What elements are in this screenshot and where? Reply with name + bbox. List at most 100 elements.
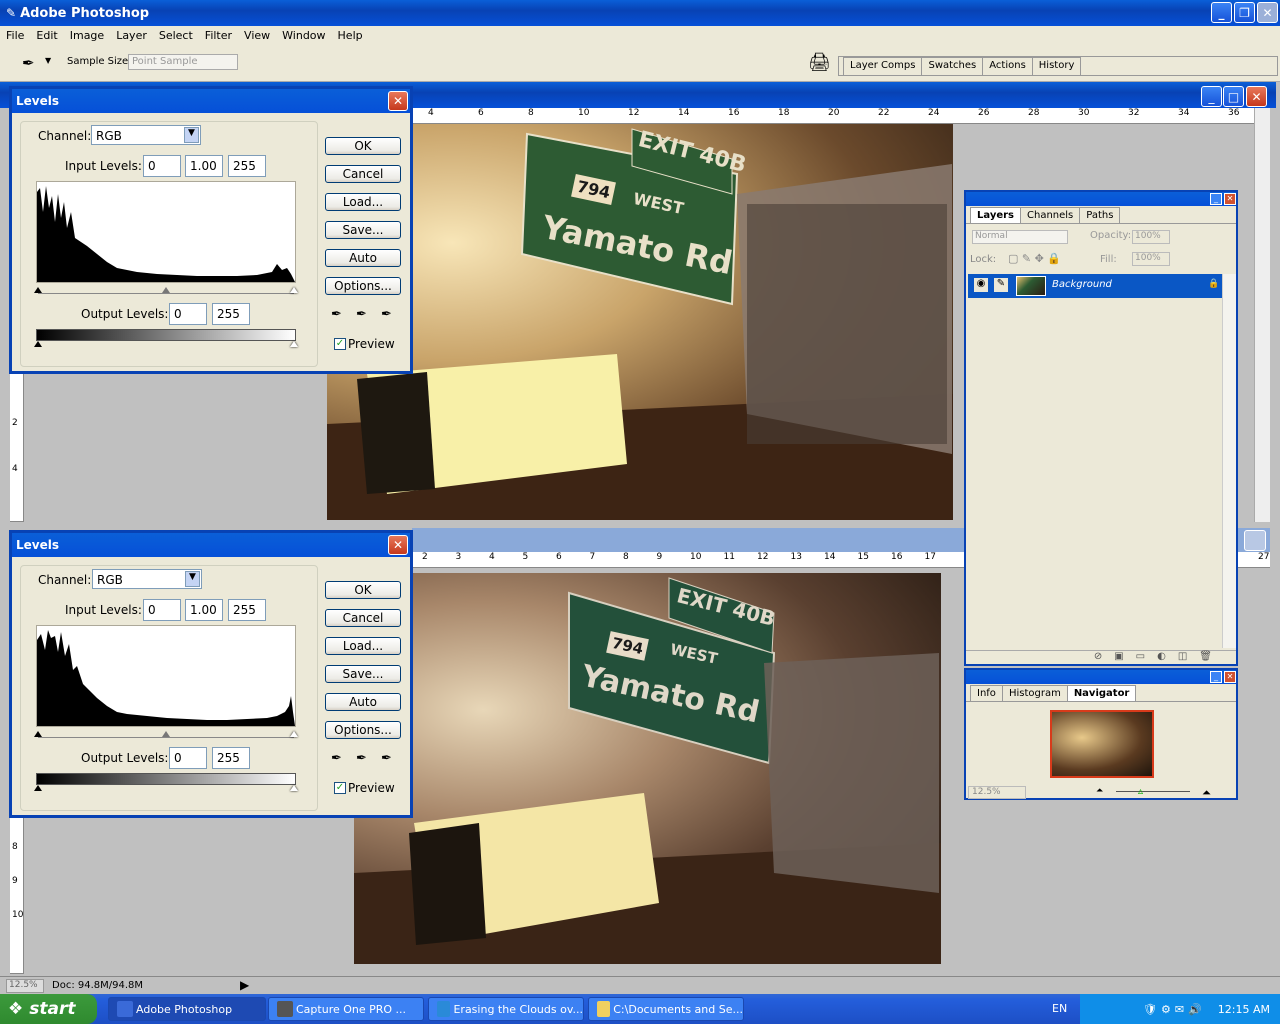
- layer-row-background[interactable]: ◉ ✎ Background 🔒: [968, 274, 1222, 298]
- zoom-slider[interactable]: [1116, 791, 1190, 792]
- ok-button[interactable]: OK: [325, 137, 401, 155]
- dock-tab-layer-comps[interactable]: Layer Comps: [843, 57, 923, 75]
- input-gamma-slider[interactable]: [162, 287, 170, 293]
- task-photoshop[interactable]: Adobe Photoshop: [108, 997, 266, 1021]
- black-eyedropper-icon[interactable]: ✒: [331, 307, 347, 323]
- save-button[interactable]: Save...: [325, 221, 401, 239]
- ok2-button[interactable]: OK: [325, 581, 401, 599]
- input2-white-field[interactable]: 255: [228, 599, 266, 621]
- nav-minimize-button[interactable]: _: [1210, 671, 1222, 683]
- task-capture-one[interactable]: Capture One PRO ...: [268, 997, 424, 1021]
- menu-edit[interactable]: Edit: [30, 29, 63, 42]
- nav-close-button[interactable]: ✕: [1224, 671, 1236, 683]
- output2-white-slider[interactable]: [290, 785, 298, 791]
- tool-preset-dropdown[interactable]: ▼: [45, 56, 51, 65]
- preview2-checkbox[interactable]: ✓: [334, 782, 346, 794]
- eyedropper-tool-icon[interactable]: ✒: [22, 54, 35, 72]
- tab-layers[interactable]: Layers: [970, 207, 1021, 223]
- white-eyedropper-icon[interactable]: ✒: [381, 751, 397, 767]
- task-erasing-clouds[interactable]: Erasing the Clouds ov...: [428, 997, 584, 1021]
- gray-eyedropper-icon[interactable]: ✒: [356, 751, 372, 767]
- output-black-field[interactable]: 0: [169, 303, 207, 325]
- black-eyedropper-icon[interactable]: ✒: [331, 751, 347, 767]
- cancel2-button[interactable]: Cancel: [325, 609, 401, 627]
- tab-paths[interactable]: Paths: [1079, 207, 1121, 223]
- load2-button[interactable]: Load...: [325, 637, 401, 655]
- menu-file[interactable]: File: [0, 29, 30, 42]
- doc2-close-button[interactable]: [1244, 530, 1266, 551]
- chevron-down-icon[interactable]: ▼: [185, 571, 200, 587]
- levels-close-button[interactable]: ✕: [388, 91, 408, 111]
- tab-info[interactable]: Info: [970, 685, 1003, 701]
- save2-button[interactable]: Save...: [325, 665, 401, 683]
- cancel-button[interactable]: Cancel: [325, 165, 401, 183]
- status-menu-arrow-icon[interactable]: ▶: [240, 978, 249, 992]
- output2-black-field[interactable]: 0: [169, 747, 207, 769]
- close-button[interactable]: ✕: [1257, 2, 1278, 23]
- input2-white-slider[interactable]: [290, 731, 298, 737]
- output2-white-field[interactable]: 255: [212, 747, 250, 769]
- options-button[interactable]: Options...: [325, 277, 401, 295]
- output-black-slider[interactable]: [34, 341, 42, 347]
- input-white-slider[interactable]: [290, 287, 298, 293]
- vertical-scrollbar[interactable]: [1254, 108, 1270, 522]
- load-button[interactable]: Load...: [325, 193, 401, 211]
- output2-black-slider[interactable]: [34, 785, 42, 791]
- tray-icons[interactable]: 🛡⚙✉🔊: [1143, 1003, 1206, 1016]
- tab-channels[interactable]: Channels: [1020, 207, 1081, 223]
- input2-black-slider[interactable]: [34, 731, 42, 737]
- zoom-in-icon[interactable]: ⏶: [1202, 786, 1211, 800]
- start-button[interactable]: ❖ start: [0, 994, 97, 1024]
- tab-navigator[interactable]: Navigator: [1066, 685, 1137, 701]
- nav-zoom-field[interactable]: 12.5%: [968, 786, 1026, 799]
- menu-image[interactable]: Image: [64, 29, 110, 42]
- tab-histogram[interactable]: Histogram: [1001, 685, 1068, 701]
- navigator-thumbnail[interactable]: [1050, 710, 1154, 778]
- input-black-field[interactable]: 0: [143, 155, 181, 177]
- input2-gamma-slider[interactable]: [162, 731, 170, 737]
- menu-layer[interactable]: Layer: [110, 29, 153, 42]
- dock-tab-swatches[interactable]: Swatches: [921, 57, 984, 75]
- layers-scrollbar[interactable]: [1222, 274, 1236, 648]
- layer-name[interactable]: Background: [1052, 279, 1112, 290]
- menu-view[interactable]: View: [238, 29, 276, 42]
- lock-icons[interactable]: ▢ ✎ ✥ 🔒: [1008, 252, 1061, 265]
- doc-minimize-button[interactable]: _: [1201, 86, 1222, 107]
- input-black-slider[interactable]: [34, 287, 42, 293]
- output-white-field[interactable]: 255: [212, 303, 250, 325]
- layers-close-button[interactable]: ✕: [1224, 193, 1236, 205]
- input2-gamma-field[interactable]: 1.00: [185, 599, 223, 621]
- input-white-field[interactable]: 255: [228, 155, 266, 177]
- input-gamma-field[interactable]: 1.00: [185, 155, 223, 177]
- layers-footer-icons[interactable]: ⊘▣▭◐◫🗑: [966, 650, 1236, 666]
- auto2-button[interactable]: Auto: [325, 693, 401, 711]
- restore-button[interactable]: ❐: [1234, 2, 1255, 23]
- zoom-out-icon[interactable]: ⏶: [1096, 786, 1103, 796]
- white-eyedropper-icon[interactable]: ✒: [381, 307, 397, 323]
- print-icon[interactable]: 🖨: [808, 52, 831, 73]
- doc-maximize-button[interactable]: □: [1223, 86, 1244, 107]
- dock-tab-history[interactable]: History: [1031, 57, 1082, 75]
- menu-select[interactable]: Select: [153, 29, 199, 42]
- status-zoom[interactable]: 12.5%: [6, 979, 44, 993]
- blend-mode-select[interactable]: Normal: [972, 230, 1068, 244]
- input2-black-field[interactable]: 0: [143, 599, 181, 621]
- chevron-down-icon[interactable]: ▼: [184, 127, 199, 143]
- menu-filter[interactable]: Filter: [199, 29, 238, 42]
- doc-close-button[interactable]: ✕: [1246, 86, 1267, 107]
- gray-eyedropper-icon[interactable]: ✒: [356, 307, 372, 323]
- dock-tab-actions[interactable]: Actions: [982, 57, 1033, 75]
- minimize-button[interactable]: _: [1211, 2, 1232, 23]
- fill-field[interactable]: 100%: [1132, 252, 1170, 266]
- output-white-slider[interactable]: [290, 341, 298, 347]
- preview-checkbox[interactable]: ✓: [334, 338, 346, 350]
- language-indicator[interactable]: EN: [1052, 1002, 1067, 1015]
- task-documents[interactable]: C:\Documents and Se...: [588, 997, 744, 1021]
- zoom-slider-thumb[interactable]: ▵: [1138, 786, 1143, 797]
- options2-button[interactable]: Options...: [325, 721, 401, 739]
- sample-size-select[interactable]: Point Sample: [128, 54, 238, 70]
- levels2-close-button[interactable]: ✕: [388, 535, 408, 555]
- eye-icon[interactable]: ◉: [974, 278, 988, 292]
- auto-button[interactable]: Auto: [325, 249, 401, 267]
- opacity-field[interactable]: 100%: [1132, 230, 1170, 244]
